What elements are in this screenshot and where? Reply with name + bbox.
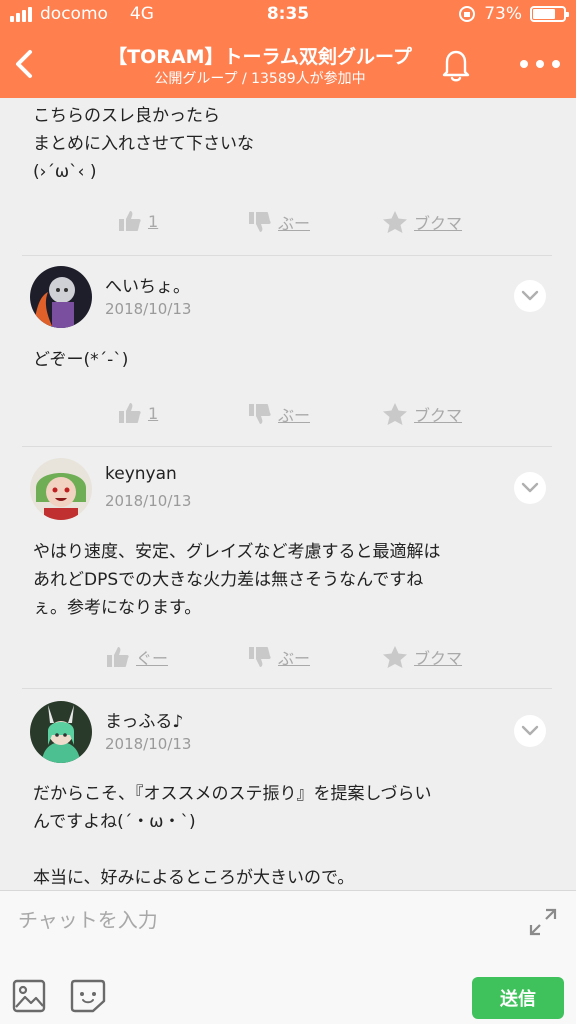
username: keynyan (105, 464, 177, 484)
more-dots-icon (520, 60, 528, 68)
dislike-label: ぶー (278, 214, 311, 233)
username: まっふる♪ (105, 712, 184, 732)
avatar[interactable] (30, 458, 92, 520)
thumbs-up-icon (119, 211, 141, 231)
like-count: 1 (148, 211, 159, 231)
orientation-lock-icon (459, 6, 476, 22)
thumbs-down-icon (249, 212, 271, 232)
image-icon (12, 979, 46, 1013)
battery-percent: 73% (484, 4, 522, 24)
sticker-icon (70, 979, 106, 1013)
page-subtitle: 公開グループ / 13589人が参加中 (154, 71, 366, 87)
like-count: 1 (148, 403, 159, 423)
post-options-button[interactable] (514, 715, 546, 747)
bookmark-label: ブクマ (414, 406, 463, 425)
back-button[interactable] (8, 44, 44, 84)
message-text: やはり速度、安定、グレイズなど考慮すると最適解は あれどDPSでの大きな火力差は… (33, 542, 441, 618)
message-text: どぞー(*´-`) (33, 350, 129, 370)
chat-thread[interactable]: こちらのスレ良かったら まとめに入れさせて下さいな (›´ω`‹ ) 1 ぶー … (0, 98, 576, 890)
chevron-down-icon (521, 290, 539, 301)
star-icon (383, 403, 407, 425)
thumbs-up-icon (119, 403, 141, 423)
chat-input[interactable] (18, 903, 498, 937)
expand-icon (529, 908, 557, 936)
more-menu-button[interactable] (520, 52, 560, 76)
battery-icon (530, 6, 569, 22)
post-date: 2018/10/13 (105, 492, 192, 510)
like-button[interactable]: 1 (118, 210, 158, 232)
post-header: まっふる♪ 2018/10/13 (30, 701, 546, 765)
like-button[interactable]: ぐー (106, 645, 168, 669)
thumbs-up-icon (107, 647, 129, 667)
divider (22, 688, 552, 689)
reaction-row: ぐー ぶー ブクマ (0, 645, 576, 675)
notification-button[interactable] (438, 44, 474, 84)
thumbs-down-icon (249, 647, 271, 667)
avatar[interactable] (30, 266, 92, 328)
page-title: 【TORAM】トーラム双剣グループ (108, 46, 412, 68)
dislike-label: ぶー (278, 649, 311, 668)
bookmark-button[interactable]: ブクマ (382, 645, 462, 669)
avatar[interactable] (30, 701, 92, 763)
dislike-label: ぶー (278, 406, 311, 425)
message-text: だからこそ、『オススメのステ振り』を提案しづらい んですよね(´・ω・`) 本当… (33, 784, 432, 888)
send-button[interactable]: 送信 (472, 977, 564, 1019)
message-composer: 送信 (0, 890, 576, 1024)
chevron-down-icon (521, 725, 539, 736)
thumbs-down-icon (249, 404, 271, 424)
reaction-row: 1 ぶー ブクマ (0, 210, 576, 240)
post-date: 2018/10/13 (105, 735, 192, 753)
post-options-button[interactable] (514, 280, 546, 312)
chevron-left-icon (16, 50, 32, 78)
message-text: こちらのスレ良かったら まとめに入れさせて下さいな (›´ω`‹ ) (33, 106, 254, 182)
star-icon (383, 646, 407, 668)
post-date: 2018/10/13 (105, 300, 192, 318)
dislike-button[interactable]: ぶー (248, 210, 310, 234)
dislike-button[interactable]: ぶー (248, 645, 310, 669)
bookmark-label: ブクマ (414, 214, 463, 233)
reaction-row: 1 ぶー ブクマ (0, 402, 576, 432)
username: へいちょ。 (105, 277, 190, 297)
like-button[interactable]: 1 (118, 402, 158, 424)
star-icon (383, 211, 407, 233)
status-bar: docomo 4G 8:35 73% (0, 0, 576, 30)
bookmark-button[interactable]: ブクマ (382, 402, 462, 426)
bookmark-label: ブクマ (414, 649, 463, 668)
like-label: ぐー (136, 649, 169, 668)
image-button[interactable] (12, 979, 46, 1013)
sticker-button[interactable] (70, 979, 106, 1013)
header-bar: 【TORAM】トーラム双剣グループ 公開グループ / 13589人が参加中 (0, 30, 576, 98)
bell-icon (442, 50, 470, 82)
divider (22, 255, 552, 256)
post-header: keynyan 2018/10/13 (30, 458, 546, 522)
post-header: へいちょ。 2018/10/13 (30, 266, 546, 330)
divider (22, 446, 552, 447)
bookmark-button[interactable]: ブクマ (382, 210, 462, 234)
chevron-down-icon (521, 482, 539, 493)
post-options-button[interactable] (514, 472, 546, 504)
expand-input-button[interactable] (528, 907, 558, 937)
dislike-button[interactable]: ぶー (248, 402, 310, 426)
